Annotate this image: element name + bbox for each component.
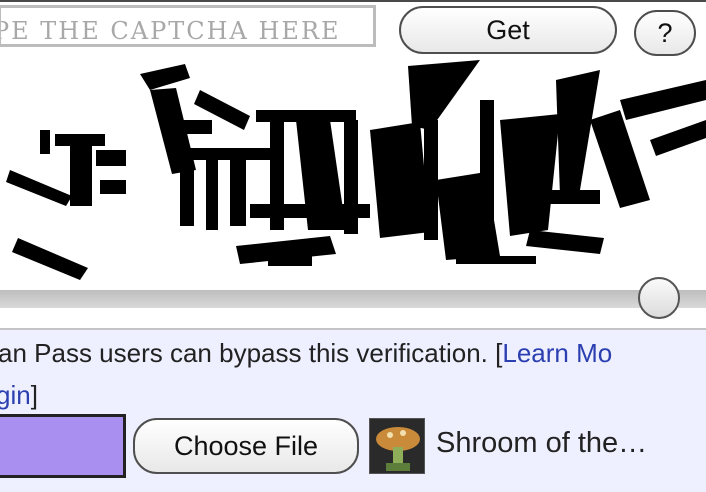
- selected-filename: Shroom of the…: [436, 427, 648, 459]
- pass-notice: an Pass users can bypass this verificati…: [0, 338, 612, 369]
- captcha-stroke: [526, 230, 604, 254]
- captcha-stroke: [55, 134, 105, 146]
- captcha-image: [6, 60, 706, 280]
- captcha-stroke: [6, 170, 72, 206]
- captcha-stroke: [370, 122, 430, 238]
- captcha-stroke: [96, 150, 126, 166]
- learn-more-link[interactable]: Learn Mo: [502, 338, 612, 368]
- bracket-close: ]: [30, 380, 38, 410]
- captcha-input[interactable]: PE THE CAPTCHA HERE: [0, 5, 376, 47]
- captcha-stroke: [250, 204, 370, 218]
- top-border: [0, 0, 706, 2]
- captcha-stroke: [140, 64, 190, 90]
- captcha-stroke: [70, 146, 92, 206]
- captcha-stroke: [12, 238, 88, 280]
- captcha-stroke: [456, 256, 536, 264]
- captcha-stroke: [620, 80, 706, 120]
- captcha-stroke: [180, 170, 194, 226]
- captcha-slider-track[interactable]: [0, 290, 706, 308]
- captcha-stroke: [408, 60, 480, 130]
- captcha-slider-thumb[interactable]: [638, 277, 680, 319]
- submit-button[interactable]: [0, 414, 126, 478]
- choose-file-button[interactable]: Choose File: [133, 418, 359, 474]
- captcha-stroke: [480, 100, 494, 240]
- login-link[interactable]: gin: [0, 380, 31, 410]
- get-captcha-button[interactable]: Get: [399, 6, 617, 54]
- captcha-stroke: [556, 70, 600, 196]
- captcha-input-placeholder: PE THE CAPTCHA HERE: [0, 17, 341, 45]
- mushroom-thumbnail: [369, 418, 425, 474]
- captcha-stroke: [540, 190, 600, 204]
- captcha-stroke: [100, 180, 126, 194]
- captcha-stroke: [230, 156, 246, 226]
- captcha-stroke: [424, 120, 438, 240]
- mushroom-icon: [370, 419, 424, 473]
- captcha-stroke: [40, 130, 50, 154]
- captcha-stroke: [206, 160, 218, 230]
- pass-notice-text: an Pass users can bypass this verificati…: [0, 338, 496, 368]
- captcha-stroke: [500, 114, 560, 236]
- captcha-stroke: [268, 256, 312, 266]
- captcha-stroke: [168, 120, 212, 134]
- captcha-stroke: [650, 120, 706, 156]
- captcha-panel: PE THE CAPTCHA HERE Get ?: [0, 0, 706, 330]
- help-button[interactable]: ?: [634, 10, 696, 56]
- login-line: gin]: [0, 380, 38, 411]
